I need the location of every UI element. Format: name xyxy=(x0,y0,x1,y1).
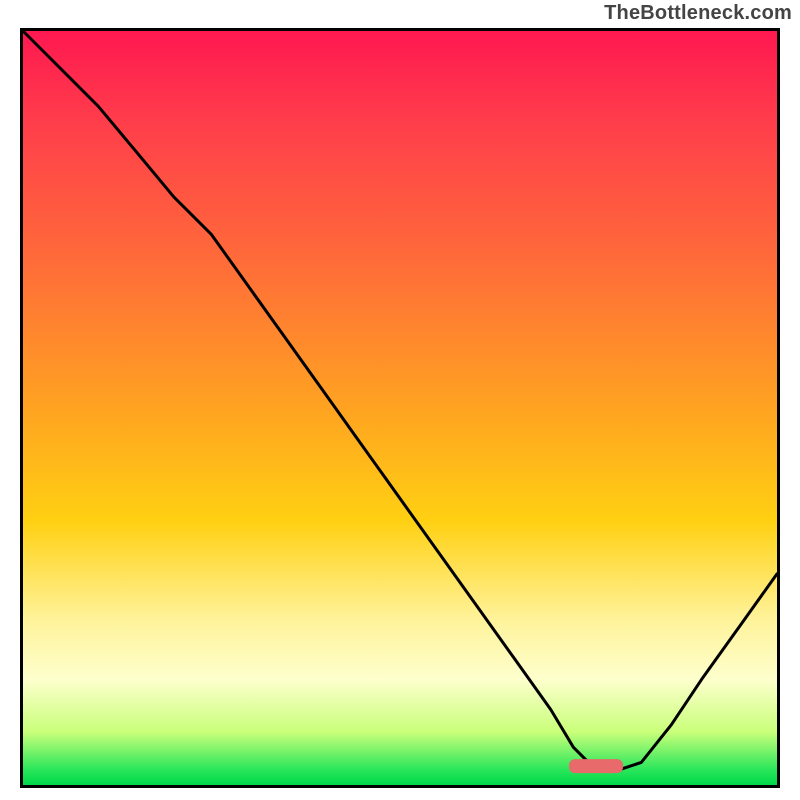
plot-frame xyxy=(20,28,780,788)
curve-layer xyxy=(23,31,777,785)
attribution-label: TheBottleneck.com xyxy=(604,2,792,25)
bottleneck-curve xyxy=(23,31,777,770)
chart-container: TheBottleneck.com xyxy=(0,0,800,800)
optimal-marker xyxy=(569,759,623,773)
